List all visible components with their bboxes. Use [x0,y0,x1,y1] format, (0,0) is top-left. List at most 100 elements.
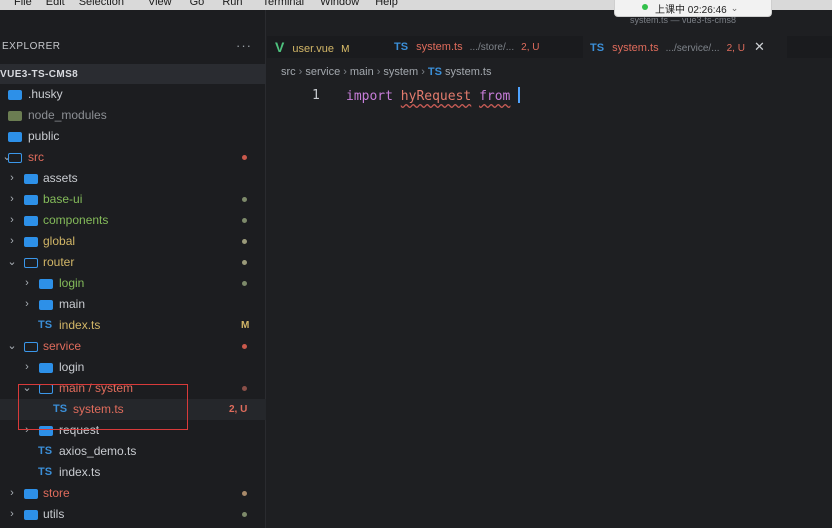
tab-system-ts-service[interactable]: TS system.ts .../service/... 2, U ✕ [583,36,787,58]
status-dot [242,281,247,286]
tree-item-label: public [28,129,60,143]
menu-run[interactable]: Run [222,0,242,9]
tree-item-service[interactable]: ⌄ service [0,336,266,357]
recording-indicator[interactable]: 上课中 02:26:46 ⌄ [614,0,772,17]
folder-icon [8,132,22,142]
typescript-file-icon: TS [38,466,53,478]
tree-item-router-index-ts[interactable]: TS index.ts M [0,315,266,336]
code-line[interactable]: import hyRequest from [346,87,521,104]
chevron-right-icon: › [10,235,14,247]
chevron-down-icon: ⌄ [22,382,32,394]
menu-window[interactable]: Window [320,0,359,9]
chevron-right-icon: › [25,361,29,373]
status-dot [242,239,247,244]
folder-icon [39,363,53,373]
tree-item-label: node_modules [28,108,107,122]
tree-item-label: .husky [28,87,63,101]
tree-item-router-login[interactable]: › login [0,273,266,294]
explorer-header: EXPLORER ··· [0,36,266,56]
tree-item-node-modules[interactable]: node_modules [0,105,266,126]
code-editor[interactable]: 1 import hyRequest from [267,82,832,528]
status-dot [242,155,247,160]
menu-view[interactable]: View [148,0,172,9]
menu-terminal[interactable]: Terminal [263,0,305,9]
tree-item-label: axios_demo.ts [59,444,137,458]
tree-item-request[interactable]: › request [0,420,266,441]
breadcrumb-system[interactable]: system [383,66,418,78]
tree-item-label: components [43,213,109,227]
chevron-down-icon: ⌄ [730,2,739,13]
chevron-right-icon: › [343,66,347,78]
menu-selection[interactable]: Selection [79,0,124,9]
tab-status: 2, U [521,42,540,53]
folder-icon [39,279,53,289]
menu-help[interactable]: Help [375,0,398,9]
breadcrumb-src[interactable]: src [281,66,296,78]
tab-user-vue[interactable]: V user.vue M [275,36,387,58]
chevron-right-icon: › [10,172,14,184]
tree-item-base-ui[interactable]: › base-ui [0,189,266,210]
folder-icon [24,489,38,499]
chevron-down-icon: ⌄ [7,340,17,352]
breadcrumb-service[interactable]: service [305,66,340,78]
chevron-right-icon: › [25,424,29,436]
tree-item-husky[interactable]: .husky [0,84,266,105]
menu-go[interactable]: Go [190,0,205,9]
git-status-badge: M [241,320,250,331]
tree-item-router-main[interactable]: › main [0,294,266,315]
tab-path: .../service/... [665,43,720,54]
tree-item-service-login[interactable]: › login [0,357,266,378]
chevron-right-icon: › [421,66,425,78]
chevron-down-icon: ⌄ [7,256,17,268]
project-header[interactable]: VUE3-TS-CMS8 [0,64,266,84]
tab-path: .../store/... [469,42,515,53]
tree-item-system-ts[interactable]: TS system.ts 2, U [0,399,266,420]
chevron-right-icon: › [10,214,14,226]
chevron-right-icon: › [25,277,29,289]
tree-item-store[interactable]: › store [0,483,266,504]
status-dot [242,344,247,349]
identifier-hyrequest: hyRequest [400,89,472,104]
tree-item-assets[interactable]: › assets [0,168,266,189]
tree-item-router[interactable]: ⌄ router [0,252,266,273]
tree-item-main-system[interactable]: ⌄ main / system [0,378,266,399]
status-dot [242,218,247,223]
tree-item-label: login [59,276,85,290]
status-dot [242,197,247,202]
tree-item-label: main [59,297,86,311]
tree-item-public[interactable]: public [0,126,266,147]
typescript-file-icon: TS [394,41,409,53]
folder-open-icon [8,153,22,163]
tree-item-axios-demo-ts[interactable]: TS axios_demo.ts [0,441,266,462]
folder-open-icon [24,258,38,268]
typescript-file-icon: TS [590,42,605,54]
folder-open-icon [39,384,53,394]
tab-label: user.vue [292,43,334,55]
status-dot [242,260,247,265]
breadcrumb: src › service › main › system › TS system.ts [281,66,491,78]
editor-tabs: V user.vue M TS system.ts .../store/... … [267,36,832,58]
folder-icon [24,237,38,247]
menu-file[interactable]: File [14,0,32,9]
tree-item-utils[interactable]: › utils [0,504,266,525]
typescript-file-icon: TS [427,66,442,78]
tab-status: 2, U [726,43,745,54]
breadcrumb-file[interactable]: system.ts [445,66,491,78]
tree-item-service-index-ts[interactable]: TS index.ts [0,462,266,483]
menu-edit[interactable]: Edit [46,0,65,9]
folder-icon [24,174,38,184]
breadcrumb-main[interactable]: main [350,66,374,78]
tree-item-src[interactable]: ⌄ src [0,147,266,168]
tree-item-label: main / system [59,381,134,395]
tree-item-label: login [59,360,85,374]
close-icon[interactable]: ✕ [754,39,765,54]
tree-item-components[interactable]: › components [0,210,266,231]
tab-system-ts-store[interactable]: TS system.ts .../store/... 2, U [394,36,580,58]
folder-icon [39,300,53,310]
more-actions-icon[interactable]: ··· [236,38,252,53]
keyword-import: import [346,89,393,104]
tree-item-global[interactable]: › global [0,231,266,252]
chevron-right-icon: › [10,193,14,205]
tab-label: system.ts [612,42,659,54]
tree-item-label: src [28,150,44,164]
